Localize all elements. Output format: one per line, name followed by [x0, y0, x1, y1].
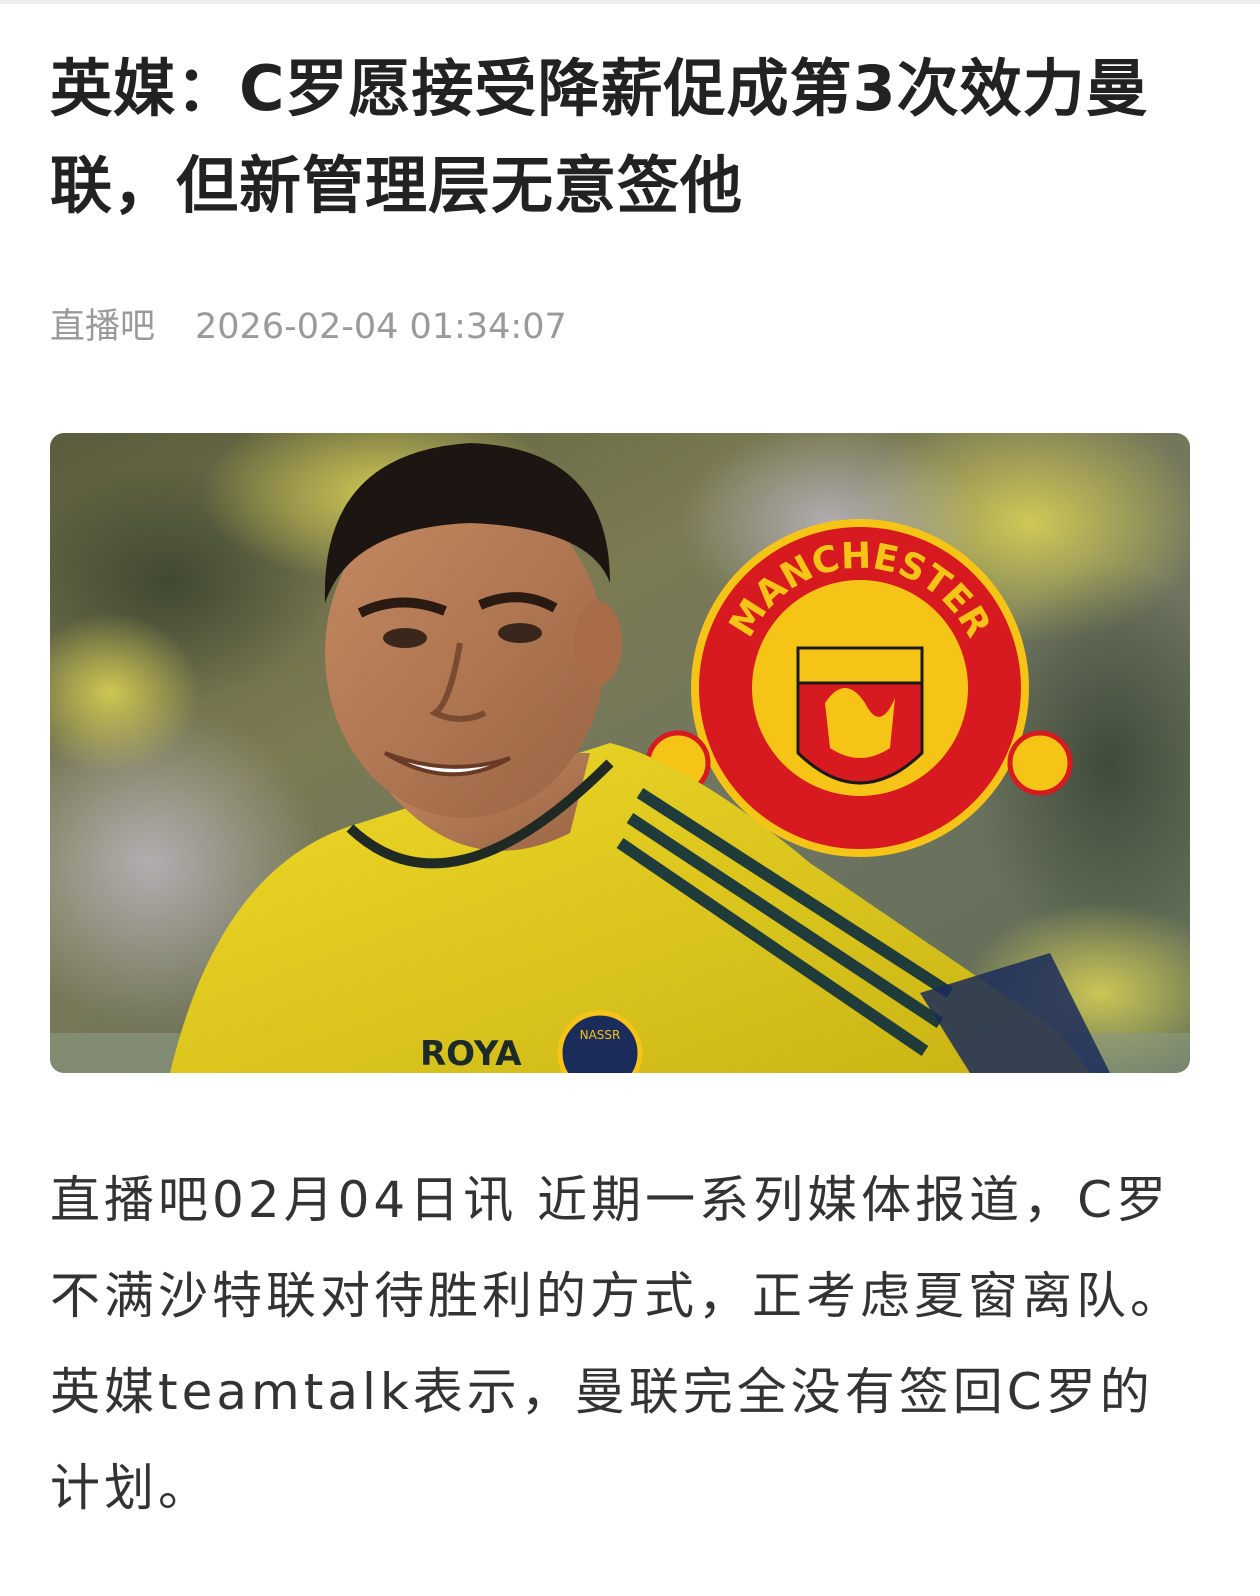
article-title: 英媒：C罗愿接受降薪促成第3次效力曼联，但新管理层无意签他 [50, 52, 1149, 222]
top-divider [0, 0, 1260, 4]
article-meta: 直播吧 2026-02-04 01:34:07 [50, 302, 1195, 352]
svg-text:ROYA: ROYA [420, 1034, 522, 1073]
article-header: 英媒：C罗愿接受降薪促成第3次效力曼联，但新管理层无意签他 直播吧 2026-0… [50, 40, 1195, 352]
article-timestamp: 2026-02-04 01:34:07 [195, 307, 567, 347]
article-body: 直播吧02月04日讯 近期一系列媒体报道，C罗不满沙特联对待胜利的方式，正考虑夏… [50, 1171, 1184, 1517]
svg-text:NASSR: NASSR [580, 1028, 621, 1042]
article-source[interactable]: 直播吧 [50, 302, 155, 352]
article-hero-image[interactable]: MANCHESTER ROYA NASSR [50, 433, 1190, 1073]
